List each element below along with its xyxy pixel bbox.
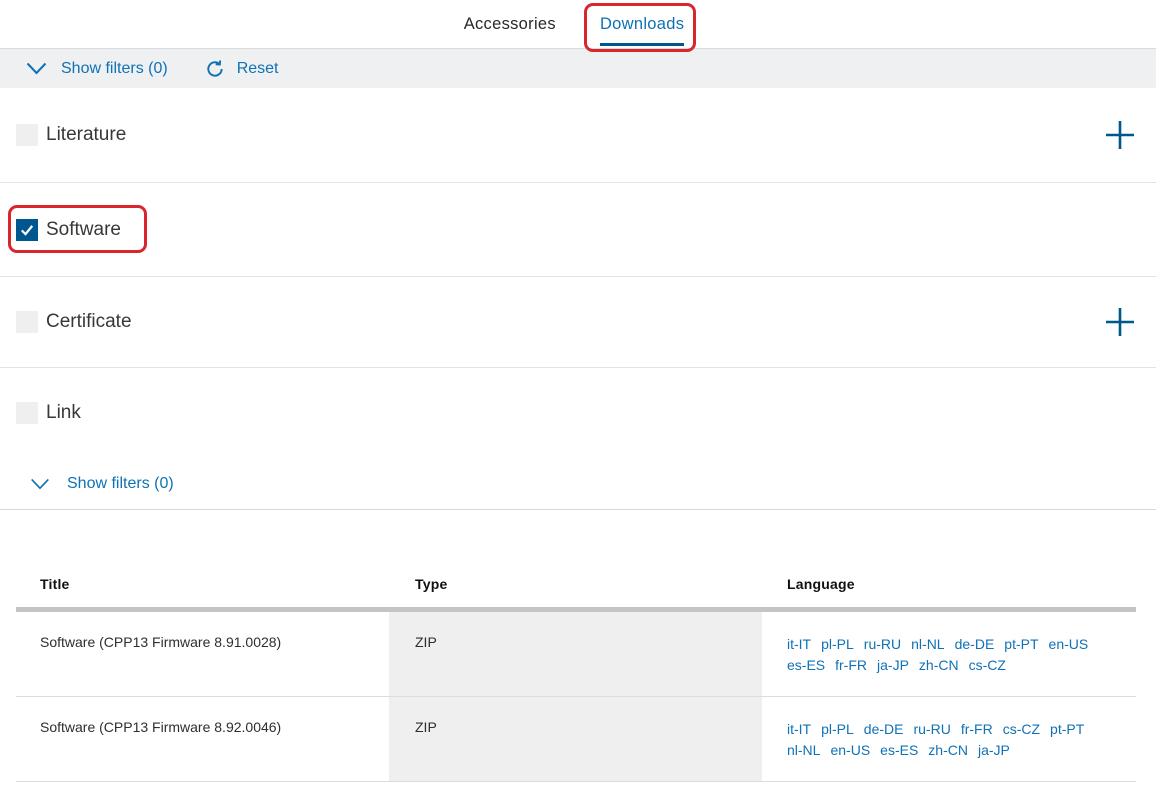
filter-row-software: Software xyxy=(0,183,1156,277)
table-header-row: Title Type Language xyxy=(16,560,1136,607)
column-header-title: Title xyxy=(16,576,389,592)
table-row: Software (CPP13 Firmware 8.91.0028) ZIP … xyxy=(16,612,1136,697)
column-header-language: Language xyxy=(762,576,1136,592)
download-title: Software (CPP13 Firmware 8.92.0046) xyxy=(16,697,389,781)
plus-icon xyxy=(1103,305,1137,339)
language-link[interactable]: nl-NL xyxy=(787,740,820,761)
filter-row-certificate: Certificate xyxy=(0,277,1156,368)
software-label: Software xyxy=(46,219,121,241)
tab-downloads[interactable]: Downloads xyxy=(600,0,684,48)
expand-certificate-button[interactable] xyxy=(1103,305,1137,339)
chevron-down-icon xyxy=(30,478,50,490)
language-link[interactable]: fr-FR xyxy=(961,719,993,740)
language-link[interactable]: ja-JP xyxy=(978,740,1010,761)
reset-icon xyxy=(204,58,226,80)
language-link[interactable]: pt-PT xyxy=(1004,634,1038,655)
expand-literature-button[interactable] xyxy=(1103,118,1137,152)
spacer xyxy=(0,510,1156,560)
plus-icon xyxy=(1103,118,1137,152)
download-type: ZIP xyxy=(389,697,762,781)
link-label: Link xyxy=(46,402,81,424)
download-type: ZIP xyxy=(389,612,762,696)
filter-row-link: Link xyxy=(0,368,1156,458)
downloads-page: Accessories Downloads Show filters (0) R… xyxy=(0,0,1156,788)
tab-accessories[interactable]: Accessories xyxy=(464,0,556,48)
language-link[interactable]: de-DE xyxy=(864,719,904,740)
tab-downloads-label: Downloads xyxy=(600,15,684,34)
chevron-down-icon xyxy=(26,62,47,75)
language-link[interactable]: zh-CN xyxy=(928,740,968,761)
language-link[interactable]: cs-CZ xyxy=(1003,719,1040,740)
checkmark-icon xyxy=(18,221,36,239)
language-link[interactable]: en-US xyxy=(1049,634,1089,655)
column-header-type: Type xyxy=(389,576,762,592)
language-links: it-IT pl-PL ru-RU nl-NL de-DE pt-PT en-US es-ES… xyxy=(762,612,1136,696)
language-links: it-IT pl-PL de-DE ru-RU fr-FR cs-CZ pt-PT nl-NL… xyxy=(762,697,1136,781)
software-checkbox[interactable] xyxy=(16,219,38,241)
show-filters-button[interactable]: Show filters (0) xyxy=(61,60,168,78)
language-link[interactable]: ru-RU xyxy=(864,634,901,655)
link-checkbox[interactable] xyxy=(16,402,38,424)
filter-footer: Show filters (0) xyxy=(0,458,1156,510)
language-link[interactable]: pl-PL xyxy=(821,719,854,740)
language-link[interactable]: nl-NL xyxy=(911,634,944,655)
language-link[interactable]: es-ES xyxy=(787,655,825,676)
language-link[interactable]: it-IT xyxy=(787,719,811,740)
table-row: Software (CPP13 Firmware 8.92.0046) ZIP … xyxy=(16,697,1136,782)
language-link[interactable]: zh-CN xyxy=(919,655,959,676)
reset-button[interactable]: Reset xyxy=(237,60,279,78)
language-link[interactable]: ja-JP xyxy=(877,655,909,676)
filter-toolbar: Show filters (0) Reset xyxy=(0,48,1156,88)
show-filters-button-bottom[interactable]: Show filters (0) xyxy=(67,475,174,493)
literature-checkbox[interactable] xyxy=(16,124,38,146)
language-link[interactable]: fr-FR xyxy=(835,655,867,676)
tab-bar: Accessories Downloads xyxy=(0,0,1152,48)
literature-label: Literature xyxy=(46,124,126,146)
downloads-table: Title Type Language Software (CPP13 Firm… xyxy=(16,560,1136,782)
certificate-checkbox[interactable] xyxy=(16,311,38,333)
language-link[interactable]: en-US xyxy=(830,740,870,761)
language-link[interactable]: cs-CZ xyxy=(969,655,1006,676)
language-link[interactable]: de-DE xyxy=(955,634,995,655)
filter-row-literature: Literature xyxy=(0,88,1156,183)
language-link[interactable]: ru-RU xyxy=(913,719,950,740)
language-link[interactable]: pt-PT xyxy=(1050,719,1084,740)
active-tab-underline xyxy=(600,43,684,46)
certificate-label: Certificate xyxy=(46,311,132,333)
language-link[interactable]: pl-PL xyxy=(821,634,854,655)
download-title: Software (CPP13 Firmware 8.91.0028) xyxy=(16,612,389,696)
language-link[interactable]: it-IT xyxy=(787,634,811,655)
language-link[interactable]: es-ES xyxy=(880,740,918,761)
tab-accessories-label: Accessories xyxy=(464,15,556,34)
